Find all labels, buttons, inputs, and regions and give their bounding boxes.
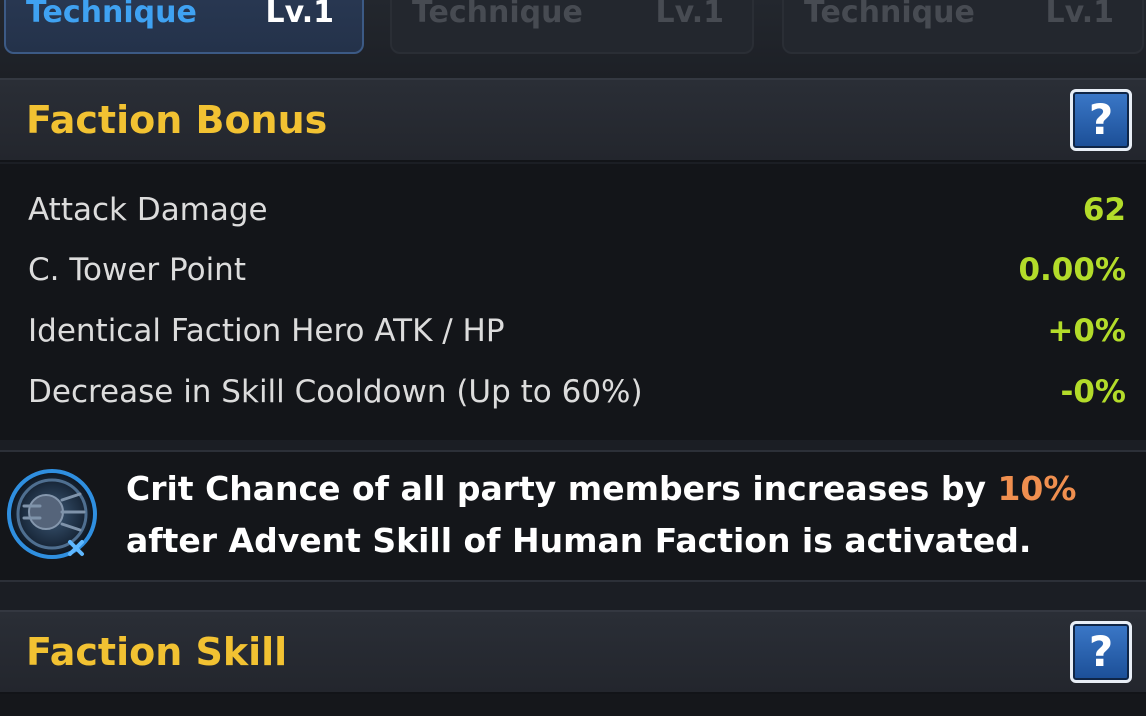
bonus-description-line-2: after Advent Skill of Human Faction is a… bbox=[126, 521, 1032, 560]
faction-bonus-header: Faction Bonus ? bbox=[0, 78, 1146, 162]
faction-bonus-title: Faction Bonus bbox=[26, 98, 328, 142]
tab-technique-3[interactable]: Technique Lv.1 bbox=[782, 0, 1144, 54]
stat-row-skill-cooldown: Decrease in Skill Cooldown (Up to 60%) -… bbox=[0, 369, 1146, 415]
stat-value: +0% bbox=[1047, 313, 1126, 349]
tab-technique-2[interactable]: Technique Lv.1 bbox=[390, 0, 754, 54]
faction-skill-title: Faction Skill bbox=[26, 630, 288, 674]
stat-label: Identical Faction Hero ATK / HP bbox=[28, 313, 505, 349]
faction-skill-header: Faction Skill ? bbox=[0, 610, 1146, 694]
stat-value: 0.00% bbox=[1018, 252, 1126, 288]
stat-label: Attack Damage bbox=[28, 192, 268, 228]
tab-name: Technique bbox=[26, 0, 197, 30]
tab-level: Lv.1 bbox=[265, 0, 335, 30]
bonus-highlight-value: 10% bbox=[997, 469, 1077, 508]
stat-row-tower-point: C. Tower Point 0.00% bbox=[0, 247, 1146, 293]
faction-bonus-effect: Crit Chance of all party members increas… bbox=[0, 450, 1146, 582]
tab-level: Lv.1 bbox=[655, 0, 725, 30]
tab-technique-1[interactable]: Technique Lv.1 bbox=[4, 0, 364, 54]
faction-skill-help-button[interactable]: ? bbox=[1070, 621, 1132, 683]
stat-value: 62 bbox=[1082, 192, 1126, 228]
stat-label: C. Tower Point bbox=[28, 252, 246, 288]
faction-bonus-stats: Attack Damage 62 C. Tower Point 0.00% Id… bbox=[0, 164, 1146, 440]
tab-name: Technique bbox=[804, 0, 975, 30]
stat-row-identical-faction: Identical Faction Hero ATK / HP +0% bbox=[0, 308, 1146, 354]
faction-emblem-icon bbox=[7, 469, 97, 559]
tab-name: Technique bbox=[412, 0, 583, 30]
faction-skill-content bbox=[0, 694, 1146, 716]
stat-label: Decrease in Skill Cooldown (Up to 60%) bbox=[28, 374, 643, 410]
bonus-text: Crit Chance of all party members increas… bbox=[126, 469, 998, 508]
bonus-description-line-1: Crit Chance of all party members increas… bbox=[126, 464, 1076, 514]
stat-value: -0% bbox=[1060, 374, 1127, 410]
stat-row-attack-damage: Attack Damage 62 bbox=[0, 187, 1146, 233]
tab-level: Lv.1 bbox=[1045, 0, 1115, 30]
section-divider bbox=[0, 582, 1146, 610]
technique-tab-bar: Technique Lv.1 Technique Lv.1 Technique … bbox=[0, 0, 1146, 78]
faction-bonus-help-button[interactable]: ? bbox=[1070, 89, 1132, 151]
faction-panel: Technique Lv.1 Technique Lv.1 Technique … bbox=[0, 0, 1146, 716]
